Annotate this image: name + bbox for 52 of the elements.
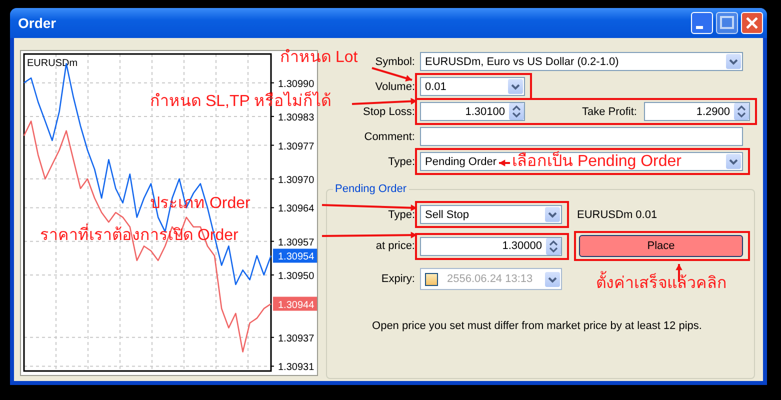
y-tick bbox=[270, 336, 274, 338]
field-label: Symbol: bbox=[375, 56, 415, 68]
field-label: Type: bbox=[388, 208, 415, 220]
spin-arrows-icon[interactable] bbox=[546, 238, 561, 254]
pending-type-dropdown[interactable]: Sell Stop bbox=[420, 205, 562, 224]
symbol-dropdown[interactable]: EURUSDm, Euro vs US Dollar (0.2-1.0) bbox=[420, 52, 743, 71]
annotation-text: กำหนด Lot bbox=[280, 48, 358, 68]
field-label: Expiry: bbox=[381, 273, 415, 285]
price-field[interactable]: 1.30000 bbox=[420, 236, 562, 256]
annotation-arrow bbox=[499, 160, 510, 166]
spin-arrows-icon[interactable] bbox=[509, 103, 524, 120]
y-tick-label: 1.30983 bbox=[278, 112, 314, 124]
y-tick-label: 1.30970 bbox=[278, 174, 314, 186]
y-tick bbox=[270, 178, 274, 180]
y-tick-label: 1.30931 bbox=[278, 362, 314, 374]
close-icon[interactable] bbox=[741, 12, 763, 34]
y-tick bbox=[270, 144, 274, 146]
spin-arrows-icon[interactable] bbox=[734, 103, 749, 120]
group-title: Pending Order bbox=[334, 183, 408, 195]
maximize-icon[interactable] bbox=[716, 12, 738, 34]
y-tick-label: 1.30957 bbox=[278, 237, 314, 248]
y-tick-label: 1.30977 bbox=[278, 141, 314, 152]
volume-dropdown[interactable]: 0.01 bbox=[420, 77, 525, 96]
annotation-text: เลือกเป็น Pending Order bbox=[512, 153, 682, 172]
y-tick-label: 1.30950 bbox=[278, 270, 314, 282]
field-label: Stop Loss: bbox=[363, 106, 415, 118]
chart-symbol: EURUSDm bbox=[27, 58, 78, 69]
y-tick bbox=[270, 240, 274, 242]
symbol-volume-text: EURUSDm 0.01 bbox=[577, 208, 658, 220]
window-title: Order bbox=[18, 15, 58, 31]
y-tick bbox=[270, 116, 274, 117]
y-tick bbox=[270, 82, 274, 84]
y-tick-label: 1.30990 bbox=[278, 78, 314, 90]
annotation-arrow bbox=[372, 67, 412, 82]
comment-field[interactable] bbox=[420, 127, 743, 146]
field-label: Type: bbox=[388, 156, 415, 168]
y-tick-label: 1.30964 bbox=[278, 204, 314, 215]
take-profit-field[interactable]: 1.2900 bbox=[644, 102, 750, 121]
price-tag: 1.30944 bbox=[273, 296, 317, 311]
price-tag: 1.30954 bbox=[273, 248, 317, 263]
y-tick bbox=[270, 366, 274, 367]
stop-loss-field[interactable]: 1.30100 bbox=[420, 102, 525, 121]
field-label: Take Profit: bbox=[580, 106, 638, 118]
place-button[interactable]: Place bbox=[579, 235, 743, 257]
note-text: Open price you set must differ from market price by at least 12 pips. bbox=[371, 320, 703, 332]
field-label: at price: bbox=[376, 240, 415, 252]
field-label: Volume: bbox=[375, 80, 415, 92]
minimize-icon[interactable] bbox=[691, 12, 713, 34]
y-tick bbox=[270, 207, 274, 208]
field-label: Comment: bbox=[364, 130, 415, 142]
y-tick bbox=[270, 274, 274, 276]
y-tick-label: 1.30937 bbox=[278, 333, 314, 344]
